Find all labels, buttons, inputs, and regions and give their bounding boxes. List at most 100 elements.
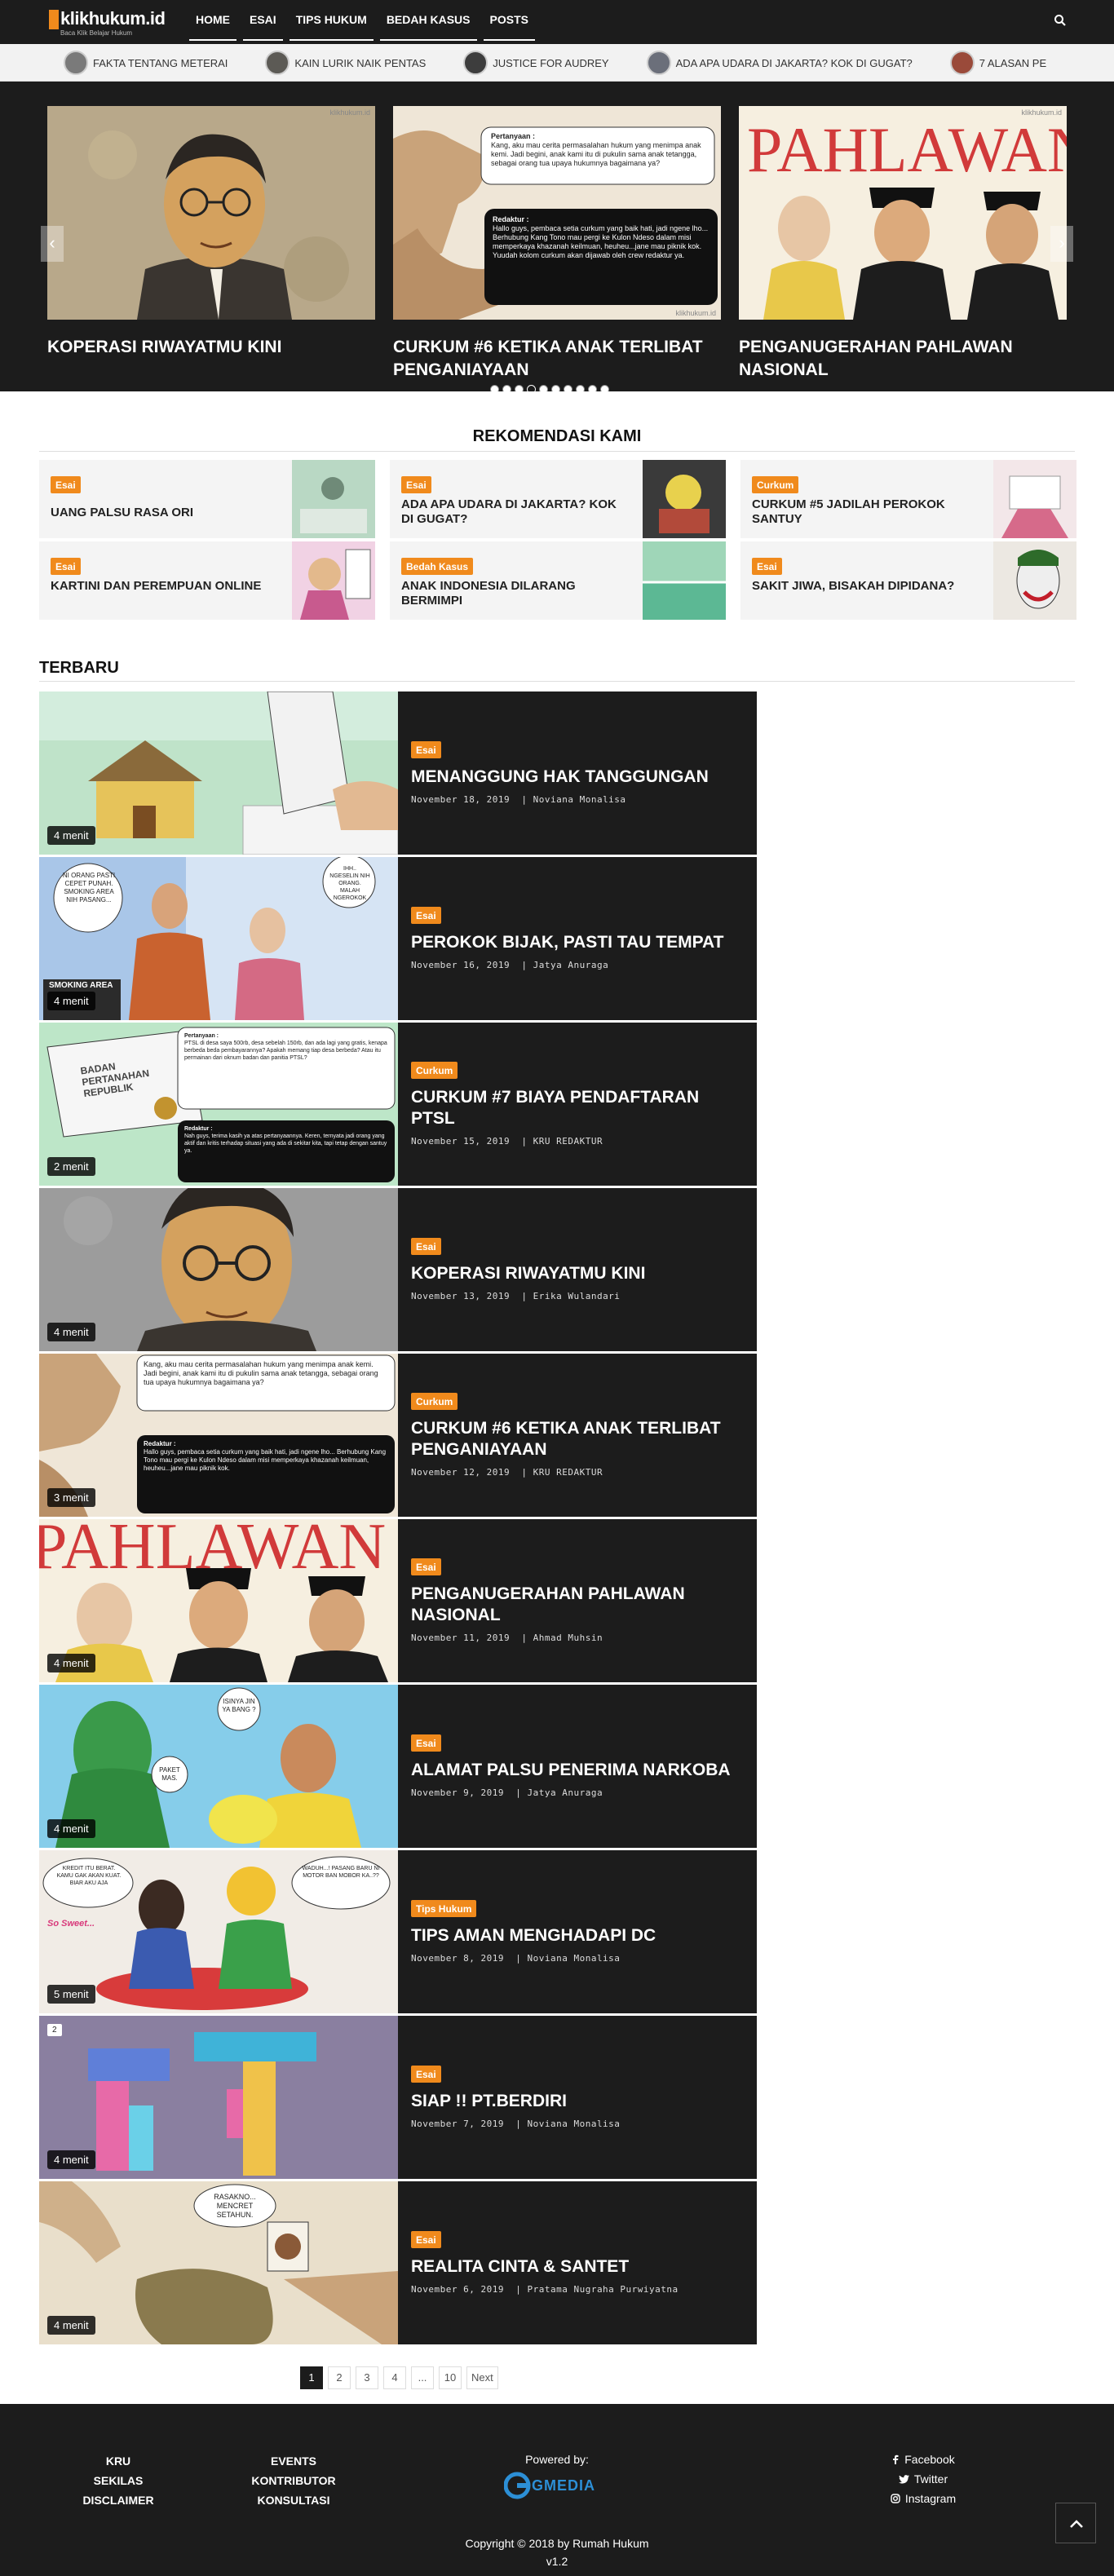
category-badge[interactable]: Bedah Kasus (401, 558, 474, 575)
post-title[interactable]: Perokok Bijak, Pasti Tau Tempat (411, 932, 745, 953)
recommendation-title[interactable]: Kartini dan Perempuan Online (51, 579, 279, 594)
post-title[interactable]: Siap !! PT.Berdiri (411, 2091, 745, 2112)
post-title[interactable]: Realita Cinta & Santet (411, 2256, 745, 2278)
post-title[interactable]: Curkum #6 Ketika Anak Terlibat Penganiay… (411, 1418, 745, 1460)
category-badge[interactable]: Esai (411, 741, 441, 758)
recommendation-card[interactable]: Esai Uang Palsu Rasa Ori (39, 460, 375, 538)
slider-dot[interactable] (539, 385, 548, 391)
post-image[interactable]: 4 menit (39, 691, 398, 855)
slider-dot-active[interactable] (527, 385, 536, 391)
post-card[interactable]: KREDIT ITU BERAT. KAMU GAK AKAN KUAT. BI… (39, 1850, 757, 2013)
ticker-item[interactable]: Fakta Tentang Meterai (64, 51, 228, 75)
post-title[interactable]: Penganugerahan Pahlawan Nasional (411, 1584, 745, 1626)
post-card[interactable]: 2 4 menit Esai Siap !! PT.Berdiri Novemb… (39, 2016, 757, 2179)
social-twitter[interactable]: Twitter (874, 2469, 972, 2489)
post-title[interactable]: Menanggung Hak Tanggungan (411, 767, 745, 788)
gmedia-logo[interactable]: GMEDIA (503, 2469, 605, 2502)
slide[interactable]: Pertanyaan : Kang, aku mau cerita permas… (393, 106, 721, 382)
post-card[interactable]: 4 menit Esai Menanggung Hak Tanggungan N… (39, 691, 757, 855)
category-badge[interactable]: Esai (411, 1558, 441, 1575)
category-badge[interactable]: Esai (51, 476, 81, 493)
recommendation-card[interactable]: Bedah Kasus Anak Indonesia Dilarang Berm… (390, 541, 726, 620)
page-2[interactable]: 2 (328, 2366, 351, 2389)
post-author[interactable]: Erika Wulandari (533, 1291, 621, 1301)
ticker-item[interactable]: 7 Alasan Pe (949, 51, 1046, 75)
category-badge[interactable]: Curkum (411, 1062, 458, 1079)
page-3[interactable]: 3 (356, 2366, 378, 2389)
slider-dot[interactable] (502, 385, 511, 391)
nav-bedah-kasus[interactable]: BEDAH KASUS (379, 0, 477, 44)
slide-title[interactable]: Koperasi Riwayatmu Kini (47, 336, 375, 359)
page-1[interactable]: 1 (300, 2366, 323, 2389)
category-badge[interactable]: Esai (411, 1734, 441, 1752)
category-badge[interactable]: Curkum (411, 1393, 458, 1410)
post-card[interactable]: ISINYA JIN YA BANG ? PAKET MAS. 4 menit … (39, 1685, 757, 1848)
post-title[interactable]: Alamat Palsu Penerima Narkoba (411, 1760, 745, 1781)
slider-dot[interactable] (490, 385, 499, 391)
nav-esai[interactable]: ESAI (243, 0, 283, 44)
post-author[interactable]: Noviana Monalisa (527, 2119, 620, 2129)
post-image[interactable]: NI ORANG PASTI CEPET PUNAH. SMOKING AREA… (39, 857, 398, 1020)
category-badge[interactable]: Esai (51, 558, 81, 575)
slide-title[interactable]: Curkum #6 Ketika Anak Terlibat Penganiay… (393, 336, 721, 382)
nav-posts[interactable]: POSTS (483, 0, 536, 44)
recommendation-card[interactable]: Esai Ada Apa Udara di Jakarta? Kok di Gu… (390, 460, 726, 538)
page-4[interactable]: 4 (383, 2366, 406, 2389)
post-title[interactable]: Tips Aman Menghadapi DC (411, 1925, 745, 1946)
ticker-item[interactable]: Ada Apa Udara di Jakarta? Kok di Gugat? (646, 51, 913, 75)
footer-link-kontributor[interactable]: KONTRIBUTOR (245, 2471, 343, 2490)
ticker-item[interactable]: Kain Lurik Naik Pentas (265, 51, 426, 75)
post-image[interactable]: BADAN PERTANAHAN REPUBLIK Pertanyaan : PT… (39, 1023, 398, 1186)
post-author[interactable]: KRU REDAKTUR (533, 1467, 603, 1478)
ticker-item[interactable]: Justice for Audrey (463, 51, 609, 75)
post-image[interactable]: KREDIT ITU BERAT. KAMU GAK AKAN KUAT. BI… (39, 1850, 398, 2013)
site-logo[interactable]: klikhukum.id Baca Klik Belajar Hukum (49, 8, 168, 38)
post-author[interactable]: Pratama Nugraha Purwiyatna (527, 2284, 678, 2295)
post-title[interactable]: Curkum #7 Biaya Pendaftaran PTSL (411, 1087, 745, 1129)
post-author[interactable]: Noviana Monalisa (533, 794, 626, 805)
category-badge[interactable]: Esai (752, 558, 782, 575)
nav-home[interactable]: HOME (189, 0, 237, 44)
category-badge[interactable]: Curkum (752, 476, 799, 493)
slider-dot[interactable] (600, 385, 609, 391)
post-author[interactable]: Jatya Anuraga (527, 1787, 603, 1798)
slider-dot[interactable] (551, 385, 560, 391)
recommendation-title[interactable]: Sakit Jiwa, Bisakah Dipidana? (752, 579, 980, 594)
social-instagram[interactable]: Instagram (874, 2489, 972, 2508)
slide[interactable]: klikhukum.id Koperasi Riwayatmu Kini (47, 106, 375, 359)
page-next[interactable]: Next (466, 2366, 498, 2389)
slider-dot[interactable] (576, 385, 585, 391)
post-card[interactable]: PAHLAWAN 4 menit Esai Penganugerahan Pah… (39, 1519, 757, 1682)
recommendation-card[interactable]: Esai Kartini dan Perempuan Online (39, 541, 375, 620)
post-author[interactable]: Ahmad Muhsin (533, 1633, 603, 1643)
page-10[interactable]: 10 (439, 2366, 462, 2389)
post-image[interactable]: ISINYA JIN YA BANG ? PAKET MAS. 4 menit (39, 1685, 398, 1848)
post-image[interactable]: 4 menit (39, 1188, 398, 1351)
category-badge[interactable]: Esai (401, 476, 431, 493)
footer-link-sekilas[interactable]: SEKILAS (73, 2471, 163, 2490)
post-author[interactable]: Jatya Anuraga (533, 960, 609, 970)
post-card[interactable]: RASAKNO... MENCRET SETAHUN. 4 menit Esai… (39, 2181, 757, 2344)
slide-title[interactable]: Penganugerahan Pahlawan Nasional (739, 336, 1067, 382)
post-card[interactable]: Kang, aku mau cerita permasalahan hukum … (39, 1354, 757, 1517)
social-facebook[interactable]: Facebook (874, 2450, 972, 2469)
category-badge[interactable]: Esai (411, 2066, 441, 2083)
footer-link-disclaimer[interactable]: DISCLAIMER (73, 2490, 163, 2510)
footer-link-konsultasi[interactable]: KONSULTASI (245, 2490, 343, 2510)
back-to-top-button[interactable] (1055, 2503, 1096, 2543)
slider-dot[interactable] (515, 385, 524, 391)
recommendation-title[interactable]: Curkum #5 Jadilah Perokok Santuy (752, 497, 980, 527)
recommendation-title[interactable]: Anak Indonesia Dilarang Bermimpi (401, 579, 630, 608)
post-title[interactable]: Koperasi Riwayatmu Kini (411, 1263, 745, 1284)
category-badge[interactable]: Tips Hukum (411, 1900, 477, 1917)
post-image[interactable]: RASAKNO... MENCRET SETAHUN. 4 menit (39, 2181, 398, 2344)
post-card[interactable]: BADAN PERTANAHAN REPUBLIK Pertanyaan : PT… (39, 1023, 757, 1186)
post-image[interactable]: PAHLAWAN 4 menit (39, 1519, 398, 1682)
slide[interactable]: PAHLAWAN klikhukum.id Penganugerahan Pah… (739, 106, 1067, 382)
nav-tips-hukum[interactable]: TIPS HUKUM (289, 0, 374, 44)
recommendation-card[interactable]: Esai Sakit Jiwa, Bisakah Dipidana? (740, 541, 1076, 620)
slider-dot[interactable] (564, 385, 572, 391)
slider-dot[interactable] (588, 385, 597, 391)
post-image[interactable]: 2 4 menit (39, 2016, 398, 2179)
post-card[interactable]: 4 menit Esai Koperasi Riwayatmu Kini Nov… (39, 1188, 757, 1351)
